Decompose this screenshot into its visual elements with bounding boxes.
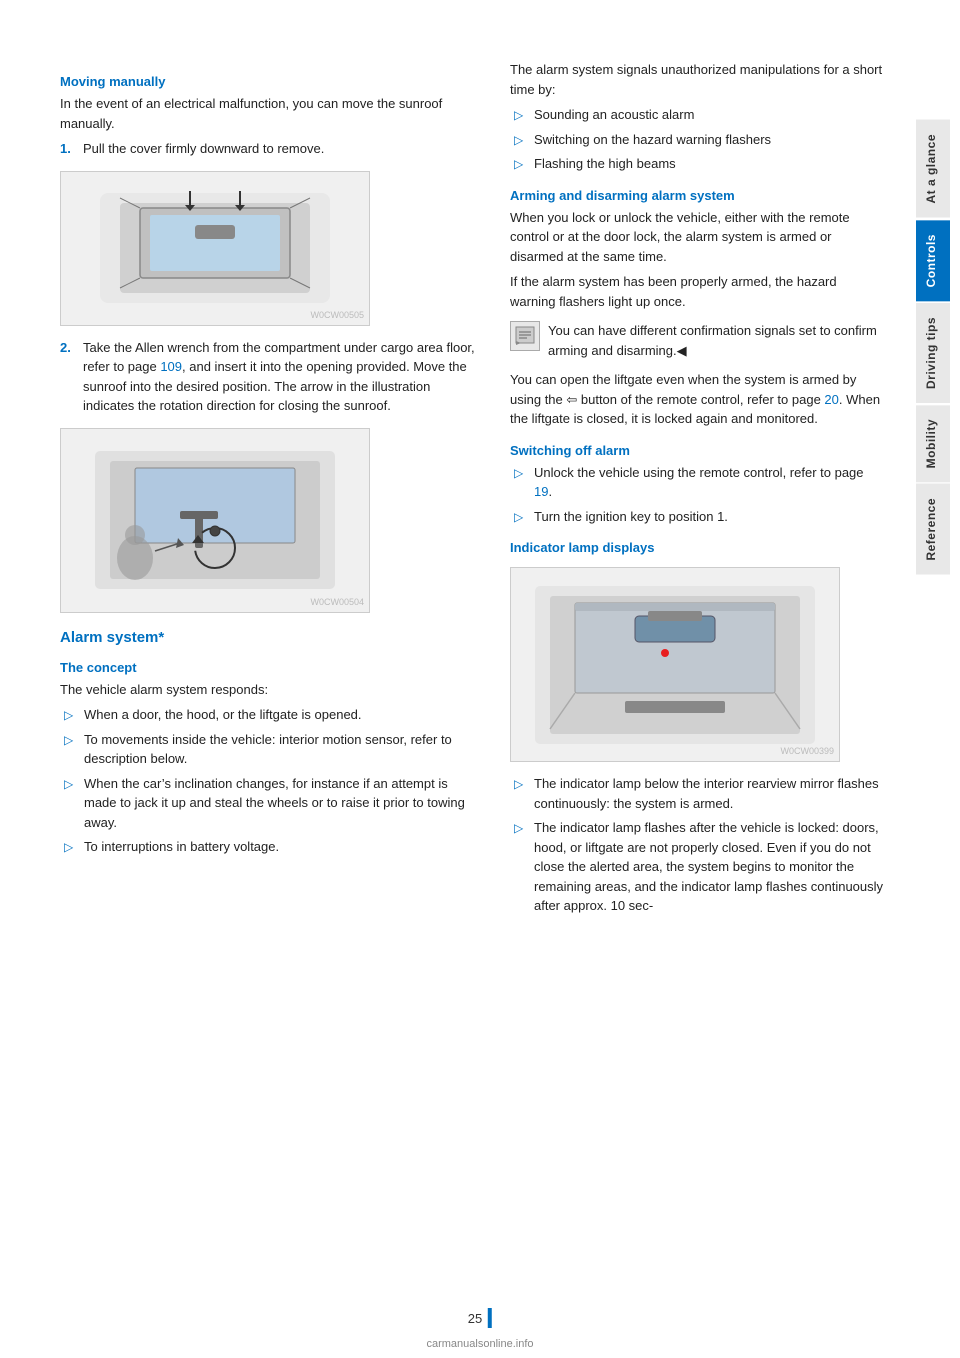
indicator-lamp-title: Indicator lamp displays [510,540,885,555]
arming-text-3: You can open the liftgate even when the … [510,370,885,429]
indicator-lamp-svg [530,581,820,749]
step-2-link: 109 [160,359,182,374]
note-icon-svg [513,324,537,348]
switch-arrow-1: ▷ [514,463,528,502]
bullet-arrow-3: ▷ [64,774,78,833]
switch-bullet-1: ▷ Unlock the vehicle using the remote co… [510,463,885,502]
main-content: Moving manually In the event of an elect… [0,0,905,1358]
sidebar-tab-at-a-glance[interactable]: At a glance [916,120,950,218]
step-2-text: Take the Allen wrench from the compartme… [83,338,480,416]
alarm-signals-intro: The alarm system signals unauthorized ma… [510,60,885,99]
alarm-bullet-2: ▷ To movements inside the vehicle: inter… [60,730,480,769]
bullet-arrow-2: ▷ [64,730,78,769]
arming-text-1: When you lock or unlock the vehicle, eit… [510,208,885,267]
image1-watermark: W0CW00505 [310,310,364,320]
concept-title: The concept [60,660,480,675]
switch-bullet-2: ▷ Turn the ignition key to position 1. [510,507,885,527]
alarm-bullet-4: ▷ To interruptions in battery voltage. [60,837,480,857]
alarm-bullet-1: ▷ When a door, the hood, or the liftgate… [60,705,480,725]
switching-off-title: Switching off alarm [510,443,885,458]
alarm-bullet-3: ▷ When the car’s inclination changes, fo… [60,774,480,833]
bullet-arrow-4: ▷ [64,837,78,857]
alarm-bullet-4-text: To interruptions in battery voltage. [84,837,279,857]
step-2: 2. Take the Allen wrench from the compar… [60,338,480,416]
bullet-arrow-1: ▷ [64,705,78,725]
arming-title: Arming and disarming alarm system [510,188,885,203]
signal-bullet-3-text: Flashing the high beams [534,154,676,174]
step-1: 1. Pull the cover firmly downward to rem… [60,139,480,159]
indicator-bullet-1-text: The indicator lamp below the interior re… [534,774,885,813]
page-container: Moving manually In the event of an elect… [0,0,960,1358]
note-box: You can have different confirmation sign… [510,321,885,360]
signal-bullet-3: ▷ Flashing the high beams [510,154,885,174]
carmanuals-footer: carmanualsonline.info [426,1338,533,1350]
switch-arrow-2: ▷ [514,507,528,527]
left-column: Moving manually In the event of an elect… [60,60,480,1318]
step-1-num: 1. [60,139,78,159]
page-number: 25 [468,1311,482,1326]
indicator-bullet-1: ▷ The indicator lamp below the interior … [510,774,885,813]
signal-bullet-2: ▷ Switching on the hazard warning flashe… [510,130,885,150]
moving-manually-intro: In the event of an electrical malfunctio… [60,94,480,133]
sidebar-tab-mobility[interactable]: Mobility [916,405,950,482]
image2-watermark: W0CW00504 [310,597,364,607]
sidebar: At a glance Controls Driving tips Mobili… [905,0,960,1358]
signal-arrow-1: ▷ [514,105,528,125]
switch-bullet-1-text: Unlock the vehicle using the remote cont… [534,463,885,502]
sidebar-tab-driving-tips[interactable]: Driving tips [916,303,950,403]
switch-bullet-2-text: Turn the ignition key to position 1. [534,507,728,527]
sidebar-tab-reference[interactable]: Reference [916,484,950,575]
indicator-arrow-1: ▷ [514,774,528,813]
indicator-lamp-image: W0CW00399 [510,567,840,762]
arming-page-link: 20 [824,392,838,407]
concept-intro: The vehicle alarm system responds: [60,680,480,700]
sidebar-tab-controls[interactable]: Controls [916,220,950,301]
arming-text-2: If the alarm system has been properly ar… [510,272,885,311]
signal-arrow-3: ▷ [514,154,528,174]
sunroof-image-1: W0CW00505 [60,171,370,326]
note-icon [510,321,540,351]
indicator-bullet-2: ▷ The indicator lamp flashes after the v… [510,818,885,916]
right-column: The alarm system signals unauthorized ma… [500,60,885,1318]
note-text: You can have different confirmation sign… [548,321,885,360]
signal-arrow-2: ▷ [514,130,528,150]
sunroof-image-2: W0CW00504 [60,428,370,613]
alarm-bullet-2-text: To movements inside the vehicle: interio… [84,730,480,769]
moving-manually-title: Moving manually [60,74,480,89]
indicator-bullet-2-text: The indicator lamp flashes after the veh… [534,818,885,916]
alarm-system-title: Alarm system* [60,629,480,646]
step-1-text: Pull the cover firmly downward to remove… [83,139,324,159]
sunroof-diagram-2-svg [80,443,350,598]
signal-bullet-1: ▷ Sounding an acoustic alarm [510,105,885,125]
switch-page-link: 19 [534,484,548,499]
indicator-arrow-2: ▷ [514,818,528,916]
alarm-bullet-1-text: When a door, the hood, or the liftgate i… [84,705,362,725]
signal-bullet-1-text: Sounding an acoustic alarm [534,105,694,125]
page-number-accent [488,1308,492,1328]
page-number-bar: 25 [468,1308,492,1328]
step-2-num: 2. [60,338,78,416]
alarm-bullet-3-text: When the car’s inclination changes, for … [84,774,480,833]
indicator-watermark: W0CW00399 [780,746,834,756]
sunroof-diagram-1-svg [80,183,350,313]
signal-bullet-2-text: Switching on the hazard warning flashers [534,130,771,150]
